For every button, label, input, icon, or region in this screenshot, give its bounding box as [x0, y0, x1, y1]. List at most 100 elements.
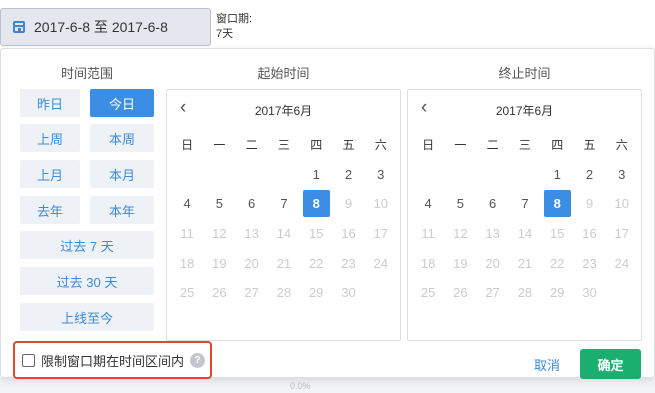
start-title: 起始时间: [257, 66, 310, 81]
date-range-trigger[interactable]: 2017-6-8 至 2017-6-8: [0, 8, 211, 46]
calendar-day: 17: [606, 219, 638, 249]
calendar-day-label: 21: [517, 255, 533, 271]
calendar-day-label: 24: [614, 255, 629, 271]
calendar-day[interactable]: 7: [268, 189, 300, 219]
limit-window-option[interactable]: 限制窗口期在时间区间内 ?: [13, 341, 212, 379]
quick-range-last-month[interactable]: 上月: [20, 160, 80, 188]
calendar-day-label: 6: [489, 196, 497, 212]
calendar-day[interactable]: 4: [171, 189, 203, 219]
calendar-day[interactable]: 8: [541, 189, 573, 219]
calendar-day: 12: [444, 219, 476, 249]
range-title: 时间范围: [60, 66, 113, 81]
empty-day: [203, 160, 235, 190]
calendar-day[interactable]: 2: [332, 160, 364, 190]
calendar-day-label: 2: [585, 166, 594, 182]
calendar-day-label: 26: [212, 285, 227, 301]
calendar-day[interactable]: 5: [444, 189, 476, 219]
calendar-day: 19: [444, 248, 476, 278]
calendar-day: 16: [573, 219, 605, 249]
calendar-day[interactable]: 8: [300, 189, 332, 219]
calendar-day[interactable]: 5: [203, 189, 235, 219]
calendar-day: 20: [477, 248, 509, 278]
calendar-day-label: 18: [179, 255, 195, 271]
confirm-button[interactable]: 确定: [580, 349, 641, 379]
weekday-label: 二: [245, 138, 258, 153]
calendar-day: 21: [509, 248, 541, 278]
quick-range-last-year[interactable]: 去年: [20, 196, 80, 224]
week-row: 25 26 27 28 29 30: [171, 278, 397, 308]
calendar-day[interactable]: 4: [412, 189, 444, 219]
calendar-day-label: 20: [244, 255, 259, 271]
start-calendar: ‹ 2017年6月 日一二三四五六 1 2 3 4 5 6 7 8 9 10 11 12 13 14 15 16…: [166, 89, 401, 341]
calendar-day-label: 5: [215, 196, 224, 212]
calendar-day[interactable]: 6: [236, 189, 268, 219]
quick-range-this-week[interactable]: 本周: [90, 124, 154, 152]
calendar-day-label: 14: [276, 226, 292, 242]
quick-range-last-week[interactable]: 上周: [20, 124, 80, 152]
cancel-button[interactable]: 取消: [522, 350, 572, 378]
calendar-day-label: 17: [614, 226, 629, 242]
empty-day: [236, 160, 268, 190]
calendar-day[interactable]: 1: [300, 160, 332, 190]
empty-day: [444, 160, 476, 190]
calendar-day[interactable]: 3: [606, 160, 638, 190]
calendar-grid: 日一二三四五六 1 2 3 4 5 6 7 8 9 10 11 12 13 14 15 16 17 18 19 20 21…: [171, 130, 397, 308]
calendar-day[interactable]: 3: [365, 160, 397, 190]
calendar-day-label: 17: [373, 226, 388, 242]
week-row: 4 5 6 7 8 9 10: [171, 189, 397, 219]
calendar-day-label: 10: [614, 196, 629, 212]
help-icon[interactable]: ?: [190, 352, 206, 368]
weekday-label: 一: [213, 138, 226, 153]
calendar-day-label: 1: [553, 166, 561, 182]
calendar-day: 26: [444, 278, 476, 308]
week-row: 25 26 27 28 29 30: [412, 278, 638, 308]
calendar-day: 28: [268, 278, 300, 308]
weekday-label: 日: [181, 138, 194, 153]
weekday-row: 日一二三四五六: [412, 130, 638, 160]
calendar-day-label: 10: [373, 196, 388, 212]
calendar-day: 22: [541, 248, 573, 278]
weekday-label: 五: [583, 138, 596, 153]
calendar-day: 27: [477, 278, 509, 308]
quick-range-since-launch[interactable]: 上线至今: [20, 303, 154, 331]
empty-day: [365, 278, 397, 308]
calendar-day-label: 7: [280, 196, 288, 212]
calendar-day[interactable]: 2: [573, 160, 605, 190]
calendar-day: 14: [268, 219, 300, 249]
calendar-day: 24: [606, 248, 638, 278]
calendar-day: 22: [300, 248, 332, 278]
quick-range-this-month[interactable]: 本月: [90, 160, 154, 188]
quick-range-past-7-days[interactable]: 过去 7 天: [20, 231, 154, 259]
calendar-day-label: 3: [377, 166, 385, 182]
weekday-label: 六: [374, 138, 387, 153]
calendar-day-label: 13: [485, 226, 500, 242]
calendar-day-label: 8: [302, 190, 330, 218]
calendar-day-label: 29: [549, 285, 565, 301]
calendar-day-label: 30: [582, 285, 597, 301]
calendar-day-label: 11: [421, 226, 435, 242]
quick-range-past-30-days[interactable]: 过去 30 天: [20, 267, 154, 295]
calendar-day: 10: [365, 189, 397, 219]
week-row: 4 5 6 7 8 9 10: [412, 189, 638, 219]
calendar-month-label: 2017年6月: [495, 104, 554, 118]
limit-window-checkbox[interactable]: [22, 353, 35, 367]
calendar-day: 29: [541, 278, 573, 308]
calendar-day[interactable]: 7: [509, 189, 541, 219]
calendar-day-label: 15: [549, 226, 565, 242]
calendar-day: 30: [332, 278, 364, 308]
quick-range-today[interactable]: 今日: [90, 89, 154, 117]
calendar-day[interactable]: 6: [477, 189, 509, 219]
weekday-label: 三: [518, 138, 531, 153]
weekday-label: 二: [486, 138, 499, 153]
calendar-day-label: 6: [248, 196, 256, 212]
calendar-day: 13: [236, 219, 268, 249]
quick-range-yesterday[interactable]: 昨日: [20, 89, 80, 117]
calendar-day: 21: [268, 248, 300, 278]
week-row: 18 19 20 21 22 23 24: [171, 248, 397, 278]
calendar-day: 24: [365, 248, 397, 278]
calendar-day-label: 16: [341, 226, 356, 242]
week-row: 18 19 20 21 22 23 24: [412, 248, 638, 278]
quick-range-this-year[interactable]: 本年: [90, 196, 154, 224]
calendar-day[interactable]: 1: [541, 160, 573, 190]
weekday-label: 四: [551, 138, 564, 153]
